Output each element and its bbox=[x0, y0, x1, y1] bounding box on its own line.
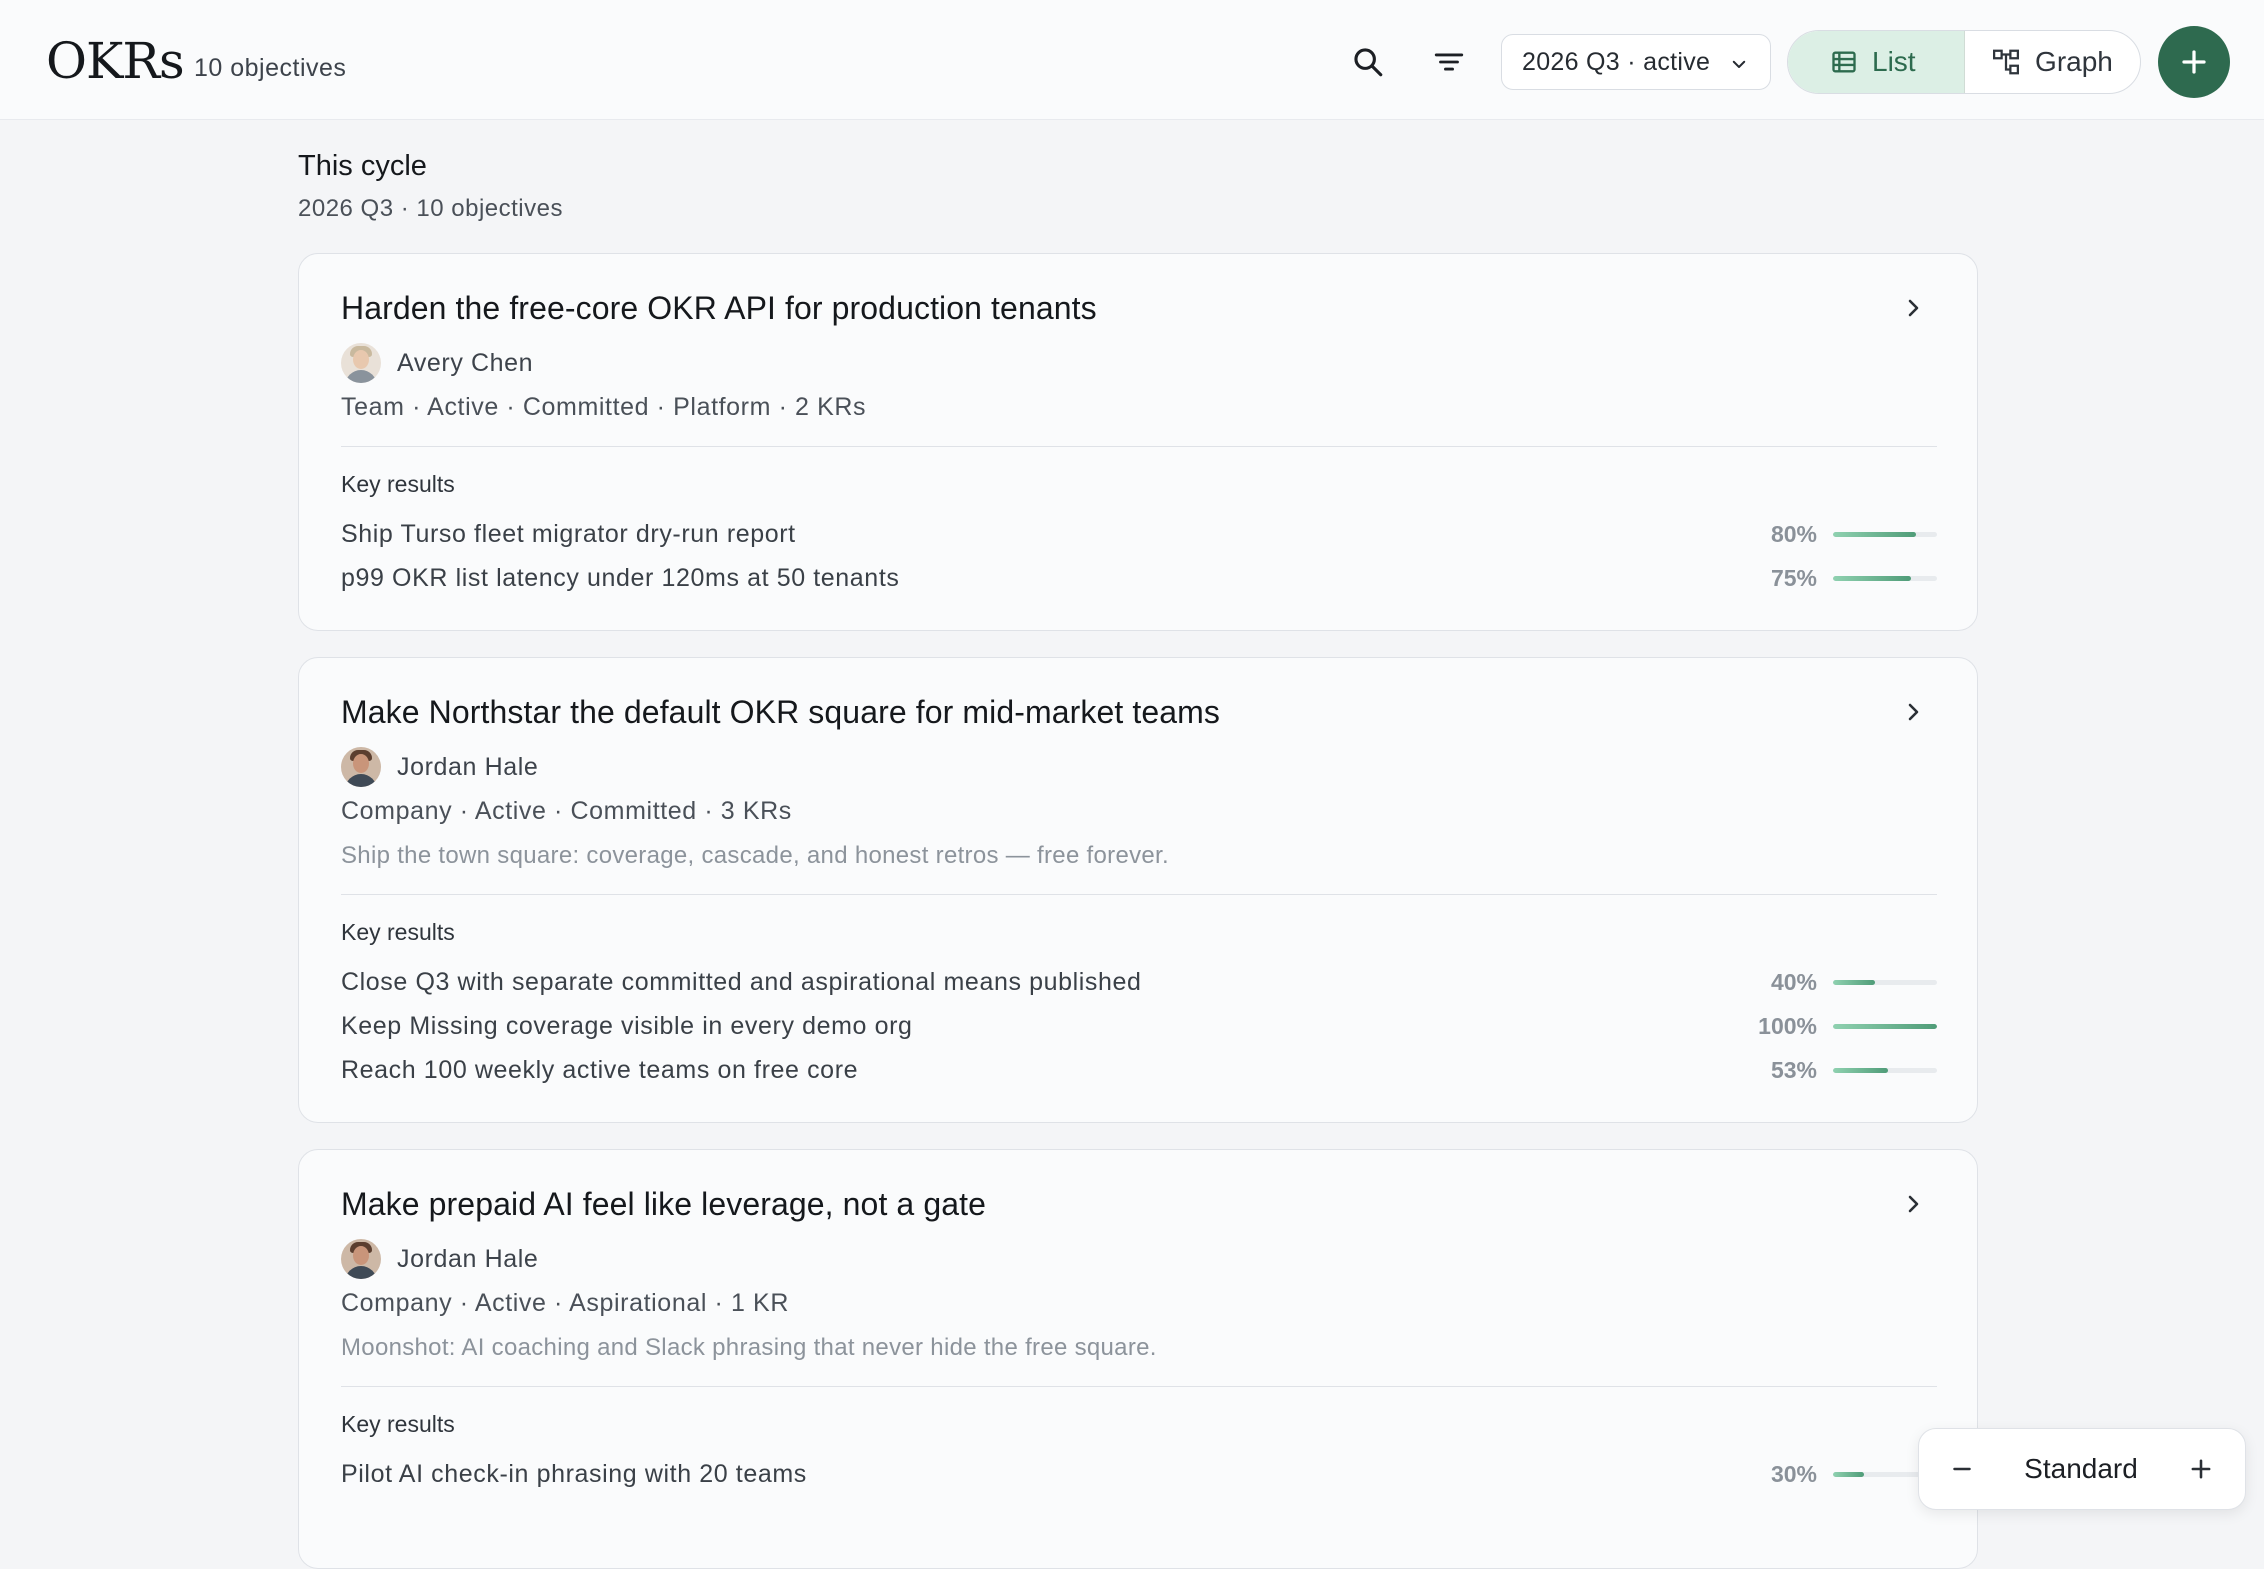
key-result-row[interactable]: Close Q3 with separate committed and asp… bbox=[341, 960, 1937, 1004]
section-header: This cycle 2026 Q3 · 10 objectives bbox=[298, 150, 563, 223]
divider bbox=[341, 894, 1937, 895]
list-icon bbox=[1832, 51, 1856, 73]
top-bar: OKRs 10 objectives 2026 Q3 · active List… bbox=[0, 0, 2264, 120]
objective-title[interactable]: Make Northstar the default OKR square fo… bbox=[341, 694, 1937, 731]
key-results-heading: Key results bbox=[341, 919, 455, 945]
chevron-right-icon[interactable] bbox=[1901, 1192, 1925, 1216]
key-result-text: p99 OKR list latency under 120ms at 50 t… bbox=[341, 563, 900, 592]
density-label: Standard bbox=[2024, 1453, 2138, 1484]
plus-icon[interactable] bbox=[2187, 1455, 2215, 1483]
owner-row: Avery Chen bbox=[341, 343, 1937, 383]
add-objective-button[interactable] bbox=[2158, 26, 2230, 98]
key-result-percent: 30% bbox=[1770, 1460, 1817, 1487]
key-result-row[interactable]: Keep Missing coverage visible in every d… bbox=[341, 1004, 1937, 1048]
progress-bar bbox=[1833, 531, 1937, 537]
view-graph-button[interactable]: Graph bbox=[1965, 31, 2140, 93]
progress-fill bbox=[1833, 531, 1917, 537]
key-result-row[interactable]: Ship Turso fleet migrator dry-run report… bbox=[341, 512, 1937, 556]
view-list-button[interactable]: List bbox=[1788, 31, 1966, 93]
key-result-text: Ship Turso fleet migrator dry-run report bbox=[341, 519, 796, 548]
minus-icon[interactable] bbox=[1949, 1456, 1975, 1482]
objective-description: Moonshot: AI coaching and Slack phrasing… bbox=[341, 1334, 1157, 1361]
key-results-heading: Key results bbox=[341, 471, 455, 497]
progress-bar bbox=[1833, 979, 1937, 985]
section-subtitle: 2026 Q3 · 10 objectives bbox=[298, 195, 563, 222]
density-control: Standard bbox=[1918, 1428, 2246, 1510]
objective-card[interactable]: Make Northstar the default OKR square fo… bbox=[298, 657, 1978, 1123]
owner-name: Jordan Hale bbox=[397, 1244, 539, 1273]
objective-card[interactable]: Harden the free-core OKR API for product… bbox=[298, 253, 1978, 631]
cycle-select-value: 2026 Q3 · active bbox=[1522, 47, 1711, 76]
key-results-list: Close Q3 with separate committed and asp… bbox=[341, 960, 1937, 1092]
key-result-percent: 40% bbox=[1770, 968, 1817, 995]
key-result-percent: 75% bbox=[1770, 564, 1817, 591]
key-result-text: Pilot AI check-in phrasing with 20 teams bbox=[341, 1459, 807, 1488]
objective-meta: Company · Active · Aspirational · 1 KR bbox=[341, 1289, 789, 1317]
progress-fill bbox=[1833, 575, 1911, 581]
view-list-label: List bbox=[1872, 46, 1916, 77]
search-icon bbox=[1354, 48, 1383, 77]
key-results-heading: Key results bbox=[341, 1411, 455, 1437]
chevron-right-icon[interactable] bbox=[1901, 296, 1925, 320]
cycle-select[interactable]: 2026 Q3 · active bbox=[1501, 34, 1771, 90]
key-result-text: Reach 100 weekly active teams on free co… bbox=[341, 1055, 859, 1084]
key-result-percent: 100% bbox=[1758, 1012, 1817, 1039]
key-result-row[interactable]: Reach 100 weekly active teams on free co… bbox=[341, 1048, 1937, 1092]
progress-fill bbox=[1833, 979, 1875, 985]
key-results-list: Ship Turso fleet migrator dry-run report… bbox=[341, 512, 1937, 600]
objective-meta: Company · Active · Committed · 3 KRs bbox=[341, 797, 792, 825]
filter-button[interactable] bbox=[1427, 40, 1471, 84]
progress-bar bbox=[1833, 575, 1937, 581]
owner-row: Jordan Hale bbox=[341, 747, 1937, 787]
objective-description: Ship the town square: coverage, cascade,… bbox=[341, 842, 1169, 869]
avatar bbox=[341, 343, 381, 383]
key-result-row[interactable]: Pilot AI check-in phrasing with 20 teams… bbox=[341, 1452, 1937, 1496]
owner-name: Avery Chen bbox=[397, 348, 534, 377]
avatar bbox=[341, 1239, 381, 1279]
key-result-text: Keep Missing coverage visible in every d… bbox=[341, 1011, 913, 1040]
key-results-list: Pilot AI check-in phrasing with 20 teams… bbox=[341, 1452, 1937, 1496]
objective-meta: Team · Active · Committed · Platform · 2… bbox=[341, 393, 867, 421]
view-graph-label: Graph bbox=[2035, 46, 2113, 77]
divider bbox=[341, 1386, 1937, 1387]
filter-icon bbox=[1434, 53, 1464, 71]
key-result-row[interactable]: p99 OKR list latency under 120ms at 50 t… bbox=[341, 556, 1937, 600]
avatar bbox=[341, 747, 381, 787]
chevron-right-icon[interactable] bbox=[1901, 700, 1925, 724]
section-title: This cycle bbox=[298, 150, 427, 182]
key-result-text: Close Q3 with separate committed and asp… bbox=[341, 967, 1142, 996]
owner-row: Jordan Hale bbox=[341, 1239, 1937, 1279]
owner-name: Jordan Hale bbox=[397, 752, 539, 781]
objective-count: 10 objectives bbox=[194, 54, 347, 82]
chevron-down-icon bbox=[1732, 60, 1746, 68]
progress-bar bbox=[1833, 1067, 1937, 1073]
search-button[interactable] bbox=[1346, 40, 1390, 84]
view-toggle: List Graph bbox=[1787, 30, 2141, 94]
objective-title[interactable]: Harden the free-core OKR API for product… bbox=[341, 290, 1937, 327]
key-result-percent: 80% bbox=[1770, 520, 1817, 547]
plus-icon bbox=[2182, 50, 2206, 74]
progress-fill bbox=[1833, 1023, 1937, 1029]
key-result-percent: 53% bbox=[1770, 1056, 1817, 1083]
objective-title[interactable]: Make prepaid AI feel like leverage, not … bbox=[341, 1186, 1937, 1223]
objective-card[interactable]: Make prepaid AI feel like leverage, not … bbox=[298, 1149, 1978, 1569]
progress-fill bbox=[1833, 1067, 1889, 1073]
app-title: OKRs bbox=[46, 32, 185, 90]
graph-icon bbox=[1993, 49, 2020, 75]
progress-bar bbox=[1833, 1023, 1937, 1029]
progress-fill bbox=[1833, 1471, 1865, 1477]
divider bbox=[341, 446, 1937, 447]
